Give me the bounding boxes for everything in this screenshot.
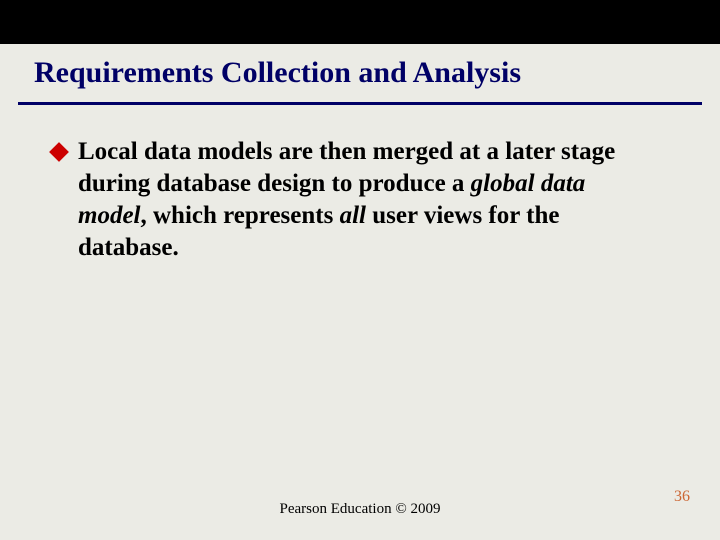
- page-number: 36: [674, 488, 690, 506]
- slide: Requirements Collection and Analysis Loc…: [0, 0, 720, 540]
- bullet-italic-2: all: [340, 202, 366, 229]
- bullet-item: Local data models are then merged at a l…: [52, 136, 636, 264]
- bullet-text: Local data models are then merged at a l…: [78, 136, 636, 264]
- body-area: Local data models are then merged at a l…: [52, 136, 636, 264]
- bullet-part-2: , which represents: [141, 202, 340, 229]
- top-bar: [0, 0, 720, 44]
- title-underline: [18, 102, 702, 105]
- diamond-bullet-icon: [49, 142, 69, 162]
- slide-title: Requirements Collection and Analysis: [34, 56, 521, 90]
- footer-text: Pearson Education © 2009: [0, 501, 720, 518]
